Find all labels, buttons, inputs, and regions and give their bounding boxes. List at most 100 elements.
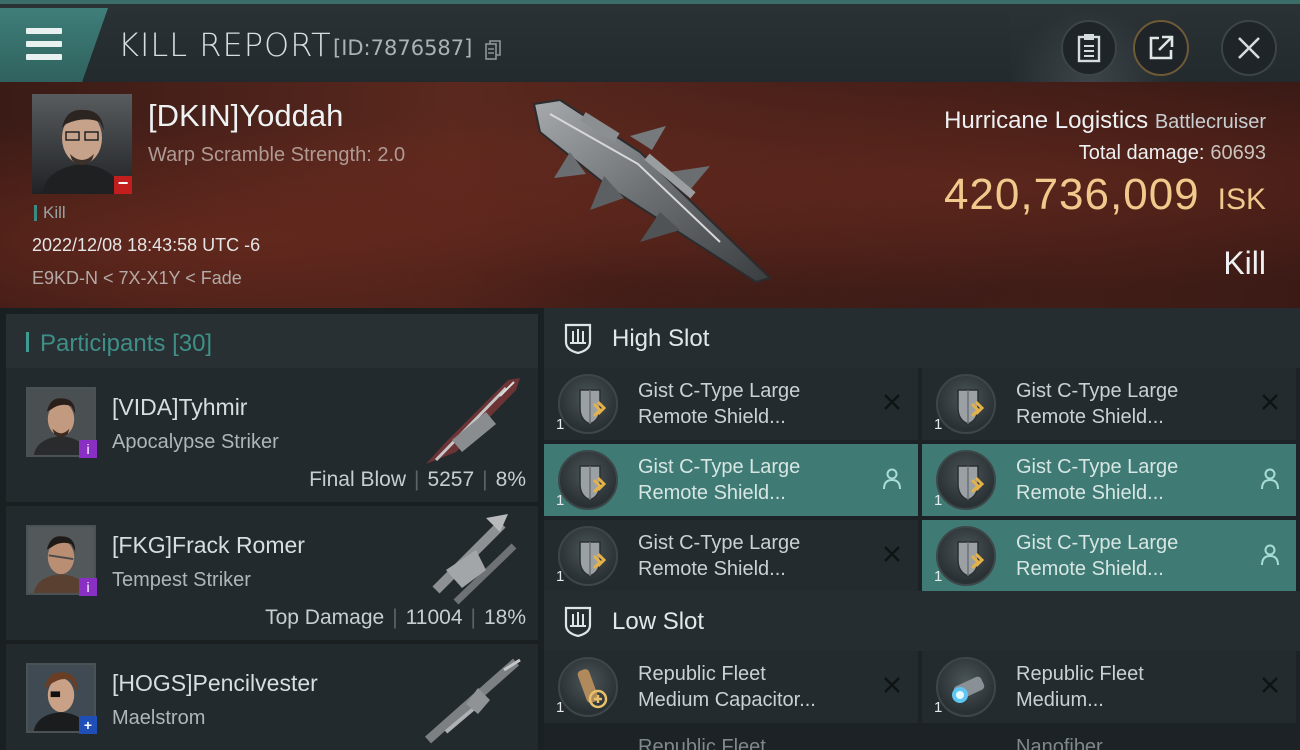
- isk-value: 420,736,009 ISK: [944, 170, 1266, 220]
- participant-row[interactable]: i [FKG]Frack Romer Tempest Striker Top D…: [6, 506, 538, 640]
- module-tile[interactable]: 1 Republic Fleet Medium Capacitor...: [544, 651, 918, 723]
- participants-panel: Participants [30] i [VIDA]Tyhmir Apocaly…: [0, 308, 540, 750]
- participant-tag: Top Damage: [265, 606, 385, 629]
- participant-damage: 5257: [427, 468, 475, 491]
- victim-ship-name: Hurricane Logistics: [944, 107, 1149, 134]
- close-button[interactable]: [1221, 20, 1277, 76]
- module-name: Gist C-Type Large Remote Shield...: [1016, 532, 1179, 580]
- export-icon: [1149, 35, 1174, 60]
- high-slot-label: High Slot: [612, 325, 710, 352]
- export-button[interactable]: [1133, 20, 1189, 76]
- participant-percent: 18%: [483, 606, 526, 629]
- module-icon-ring: [558, 526, 618, 586]
- isk-unit: ISK: [1217, 183, 1266, 216]
- module-tile[interactable]: 1 Gist C-Type Large Remote Shield...: [544, 368, 918, 440]
- module-quantity: 1: [934, 699, 943, 716]
- menu-button[interactable]: [0, 8, 108, 82]
- result-label: Kill: [1223, 245, 1266, 281]
- total-damage: Total damage: 60693: [1079, 142, 1266, 165]
- module-name: Gist C-Type Large Remote Shield...: [638, 456, 801, 504]
- fitting-panel: High Slot 1 Gist C-Type Large Remote Shiel…: [544, 308, 1300, 750]
- low-slot-icon: [564, 606, 592, 637]
- participant-name[interactable]: [FKG]Frack Romer: [112, 532, 305, 559]
- kill-datetime: 2022/12/08 18:43:58 UTC -6: [32, 235, 261, 255]
- shield-booster-icon: [957, 389, 985, 425]
- shield-booster-icon: [579, 465, 607, 501]
- top-bar: KILL REPORT [ID:7876587]: [0, 0, 1300, 86]
- module-tile[interactable]: 1 Gist C-Type Large Remote Shield...: [544, 520, 918, 592]
- module-name: Gist C-Type Large Remote Shield...: [1016, 380, 1179, 428]
- participant-ship-image: [432, 514, 517, 605]
- cutoff-module-left: Republic Fleet: [638, 736, 766, 750]
- participant-ship: Maelstrom: [112, 707, 206, 729]
- destroyed-icon: [884, 677, 900, 693]
- dropped-person-icon: [1261, 544, 1279, 566]
- module-quantity: 1: [556, 568, 565, 585]
- module-name: Republic Fleet Medium...: [1016, 663, 1144, 711]
- participant-stats: Final Blow | 5257 | 8%: [309, 468, 526, 491]
- capacitor-icon: [577, 669, 608, 709]
- shield-booster-icon: [579, 389, 607, 425]
- shield-booster-icon: [957, 541, 985, 577]
- victim-ship-type[interactable]: Hurricane Logistics Battlecruiser: [944, 107, 1266, 135]
- destroyed-icon: [1262, 394, 1278, 410]
- dropped-person-icon: [1261, 468, 1279, 490]
- participant-ship: Apocalypse Striker: [112, 431, 279, 453]
- participant-name[interactable]: [VIDA]Tyhmir: [112, 394, 247, 421]
- victim-ship-image: [532, 98, 772, 284]
- shield-booster-icon: [579, 541, 607, 577]
- destroyed-icon: [1262, 677, 1278, 693]
- victim-name[interactable]: [DKIN]Yoddah: [148, 98, 343, 134]
- module-icon-ring: [936, 450, 996, 510]
- participant-name[interactable]: [HOGS]Pencilvester: [112, 670, 318, 697]
- module-quantity: 1: [934, 416, 943, 433]
- module-quantity: 1: [556, 699, 565, 716]
- module-icon-ring: [558, 450, 618, 510]
- module-icon-ring: [558, 374, 618, 434]
- module-quantity: 1: [934, 492, 943, 509]
- module-quantity: 1: [556, 492, 565, 509]
- participant-ship-image: [425, 658, 521, 744]
- kill-tag: Kill: [34, 204, 66, 221]
- participant-stats: Top Damage | 11004 | 18%: [265, 606, 526, 629]
- hostile-badge: −: [114, 174, 132, 194]
- report-id: [ID:7876587]: [333, 36, 473, 60]
- module-tile[interactable]: 1 Gist C-Type Large Remote Shield...: [922, 520, 1296, 592]
- page-title: KILL REPORT: [118, 26, 332, 64]
- module-tile[interactable]: 1 Gist C-Type Large Remote Shield...: [922, 444, 1296, 516]
- corp-badge-icon: i: [79, 578, 97, 596]
- module-name: Republic Fleet Medium Capacitor...: [638, 663, 816, 711]
- total-damage-value: 60693: [1210, 142, 1266, 164]
- module-icon-ring: [558, 657, 618, 717]
- participant-percent: 8%: [495, 468, 526, 491]
- low-slot-header: Low Slot: [544, 591, 1300, 651]
- isk-amount: 420,736,009: [943, 170, 1200, 219]
- participant-ship: Tempest Striker: [112, 569, 251, 591]
- cutoff-module-right: Nanofiber: [1016, 736, 1103, 750]
- module-plasma-icon: [952, 676, 985, 703]
- close-icon: [1238, 37, 1260, 59]
- participant-row[interactable]: i [VIDA]Tyhmir Apocalypse Striker Final …: [6, 368, 538, 502]
- destroyed-icon: [884, 394, 900, 410]
- module-tile[interactable]: 1 Republic Fleet Medium...: [922, 651, 1296, 723]
- low-slot-label: Low Slot: [612, 608, 705, 635]
- module-icon-ring: [936, 657, 996, 717]
- total-damage-label: Total damage:: [1078, 142, 1205, 164]
- participants-header: Participants [30]: [6, 314, 538, 372]
- kill-location[interactable]: E9KD-N < 7X-X1Y < Fade: [32, 268, 242, 289]
- high-slot-icon: [564, 323, 592, 354]
- clipboard-button[interactable]: [1061, 20, 1117, 76]
- high-slot-header: High Slot: [544, 308, 1300, 368]
- participant-tag: Final Blow: [309, 468, 406, 491]
- module-icon-ring: [936, 526, 996, 586]
- participant-ship-image: [426, 378, 520, 464]
- plus-badge-icon: +: [79, 716, 97, 734]
- copy-icon[interactable]: [485, 40, 501, 60]
- module-quantity: 1: [934, 568, 943, 585]
- module-tile[interactable]: 1 Gist C-Type Large Remote Shield...: [922, 368, 1296, 440]
- module-name: Gist C-Type Large Remote Shield...: [638, 380, 801, 428]
- participant-row[interactable]: + [HOGS]Pencilvester Maelstrom: [6, 644, 538, 750]
- module-quantity: 1: [556, 416, 565, 433]
- corp-badge-icon: i: [79, 440, 97, 458]
- module-tile[interactable]: 1 Gist C-Type Large Remote Shield...: [544, 444, 918, 516]
